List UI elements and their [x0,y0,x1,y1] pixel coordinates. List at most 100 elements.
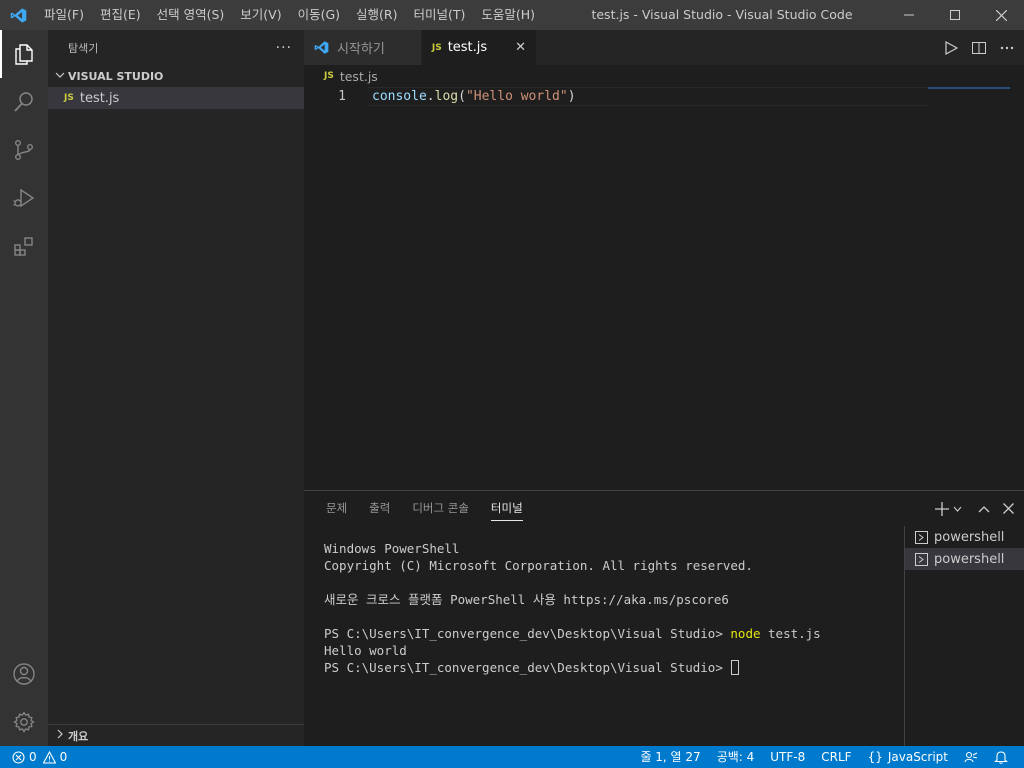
terminal-instance[interactable]: powershell [905,526,1024,548]
panel-tab[interactable]: 출력 [361,491,398,526]
more-actions-button[interactable]: ··· [276,40,292,56]
warning-count: 0 [59,750,68,764]
panel-tab[interactable]: 터미널 [483,491,531,526]
cursor-position[interactable]: 줄 1, 열 27 [632,746,708,768]
outline-section-header[interactable]: 개요 [48,724,304,746]
js-file-icon: JS [324,71,334,81]
feedback-button[interactable] [956,746,986,768]
new-terminal-button[interactable] [934,501,950,517]
close-panel-button[interactable] [1000,501,1016,517]
line-number: 1 [338,89,346,104]
terminal-text: Hello world [324,643,407,658]
code-editor[interactable]: 1 console.log("Hello world") [304,87,1024,490]
file-name: test.js [79,90,120,106]
activity-search[interactable] [0,78,48,126]
tab-test-js[interactable]: JS test.js ✕ [421,30,538,65]
code-token: . [426,89,435,104]
maximize-panel-button[interactable] [976,501,992,517]
activity-manage[interactable] [0,698,48,746]
window-controls [886,0,1024,30]
extensions-icon [14,237,33,256]
tab-label: test.js [447,40,488,55]
menu-item[interactable]: 선택 영역(S) [149,0,233,30]
error-count: 0 [29,750,37,764]
terminal-line: Copyright (C) Microsoft Corporation. All… [324,557,904,574]
indentation[interactable]: 공백: 4 [709,746,763,768]
folder-header[interactable]: VISUAL STUDIO [48,65,304,87]
terminal-icon [915,552,928,566]
close-window-button[interactable] [978,0,1024,30]
terminal-text: Copyright (C) Microsoft Corporation. All… [324,558,753,573]
maximize-button[interactable] [932,0,978,30]
code-token: console [372,89,427,104]
menu-item[interactable]: 파일(F) [36,0,92,30]
title-bar: 파일(F) 편집(E) 선택 영역(S) 보기(V) 이동(G) 실행(R) 터미널(T) 도… [0,0,1024,30]
terminal-dropdown-button[interactable] [952,501,962,517]
folder-name: VISUAL STUDIO [68,69,164,83]
code-line: 1 console.log("Hello world") [304,87,1024,106]
notifications-button[interactable] [986,746,1016,768]
run-debug-icon [13,188,35,208]
terminal-line: Windows PowerShell [324,540,904,557]
terminal-text: 새로운 크로스 플랫폼 PowerShell 사용 https://aka.ms… [324,592,729,607]
gear-icon [13,711,35,733]
menu-item[interactable]: 실행(R) [348,0,405,30]
breadcrumb-file[interactable]: test.js [340,69,378,84]
terminal-command: node [730,626,761,641]
split-editor-button[interactable] [970,39,988,57]
terminal-list: powershell powershell [904,526,1024,746]
code-content: console.log("Hello world") [372,87,576,106]
activity-extensions[interactable] [0,222,48,270]
close-tab-icon[interactable]: ✕ [515,40,526,55]
status-bar: 0 0 줄 1, 열 27 공백: 4 UTF-8 CRLF {} JavaSc… [0,746,1024,768]
account-icon [13,663,35,685]
menu-item[interactable]: 이동(G) [290,0,348,30]
split-editor-icon [972,41,986,54]
minimize-button[interactable] [886,0,932,30]
more-icon [1000,46,1014,49]
end-of-line[interactable]: CRLF [813,746,859,768]
tab-get-started[interactable]: 시작하기 [304,30,422,65]
activity-source-control[interactable] [0,126,48,174]
problems-status[interactable]: 0 0 [0,750,67,764]
menu-item[interactable]: 보기(V) [232,0,289,30]
file-item-test-js[interactable]: JS test.js [48,87,304,109]
activity-accounts[interactable] [0,650,48,698]
encoding[interactable]: UTF-8 [762,746,813,768]
minimize-icon [904,14,914,16]
panel-tab[interactable]: 문제 [318,491,355,526]
more-actions-button[interactable] [998,39,1016,57]
terminal-text: Windows PowerShell [324,541,460,556]
minimap[interactable] [928,87,1010,89]
breadcrumb: JS test.js [304,65,1024,87]
panel-tab[interactable]: 디버그 콘솔 [404,491,477,526]
terminal-line: 새로운 크로스 플랫폼 PowerShell 사용 https://aka.ms… [324,591,904,608]
activity-run-debug[interactable] [0,174,48,222]
code-token: "Hello world" [465,89,568,104]
menu-item[interactable]: 편집(E) [92,0,149,30]
terminal-output[interactable]: Windows PowerShell Copyright (C) Microsof… [324,540,904,676]
feedback-icon [964,751,978,763]
terminal-line: PS C:\Users\IT_convergence_dev\Desktop\V… [324,659,904,676]
sidebar-title: 탐색기 [68,41,99,55]
menu-bar: 파일(F) 편집(E) 선택 영역(S) 보기(V) 이동(G) 실행(R) 터미널(T) 도… [36,0,543,30]
activity-explorer[interactable] [0,30,48,78]
editor-tabs: 시작하기 JS test.js ✕ [304,30,1024,65]
terminal-line: Hello world [324,642,904,659]
menu-item[interactable]: 도움말(H) [473,0,543,30]
activity-bar [0,30,48,746]
bottom-panel: 문제 출력 디버그 콘솔 터미널 Windows PowerShell Copyrigh… [304,490,1024,746]
terminal-cursor [731,660,740,675]
language-mode[interactable]: {} JavaScript [860,746,956,768]
source-control-icon [15,140,33,161]
run-button[interactable] [942,39,960,57]
js-file-icon: JS [431,42,442,53]
menu-item[interactable]: 터미널(T) [406,0,474,30]
panel-tabs: 문제 출력 디버그 콘솔 터미널 [304,491,1024,526]
terminal-instance[interactable]: powershell [905,548,1024,570]
outline-label: 개요 [68,729,89,743]
chevron-right-icon [52,729,68,742]
code-token: ) [567,89,576,104]
terminal-args: test.js [760,626,821,641]
